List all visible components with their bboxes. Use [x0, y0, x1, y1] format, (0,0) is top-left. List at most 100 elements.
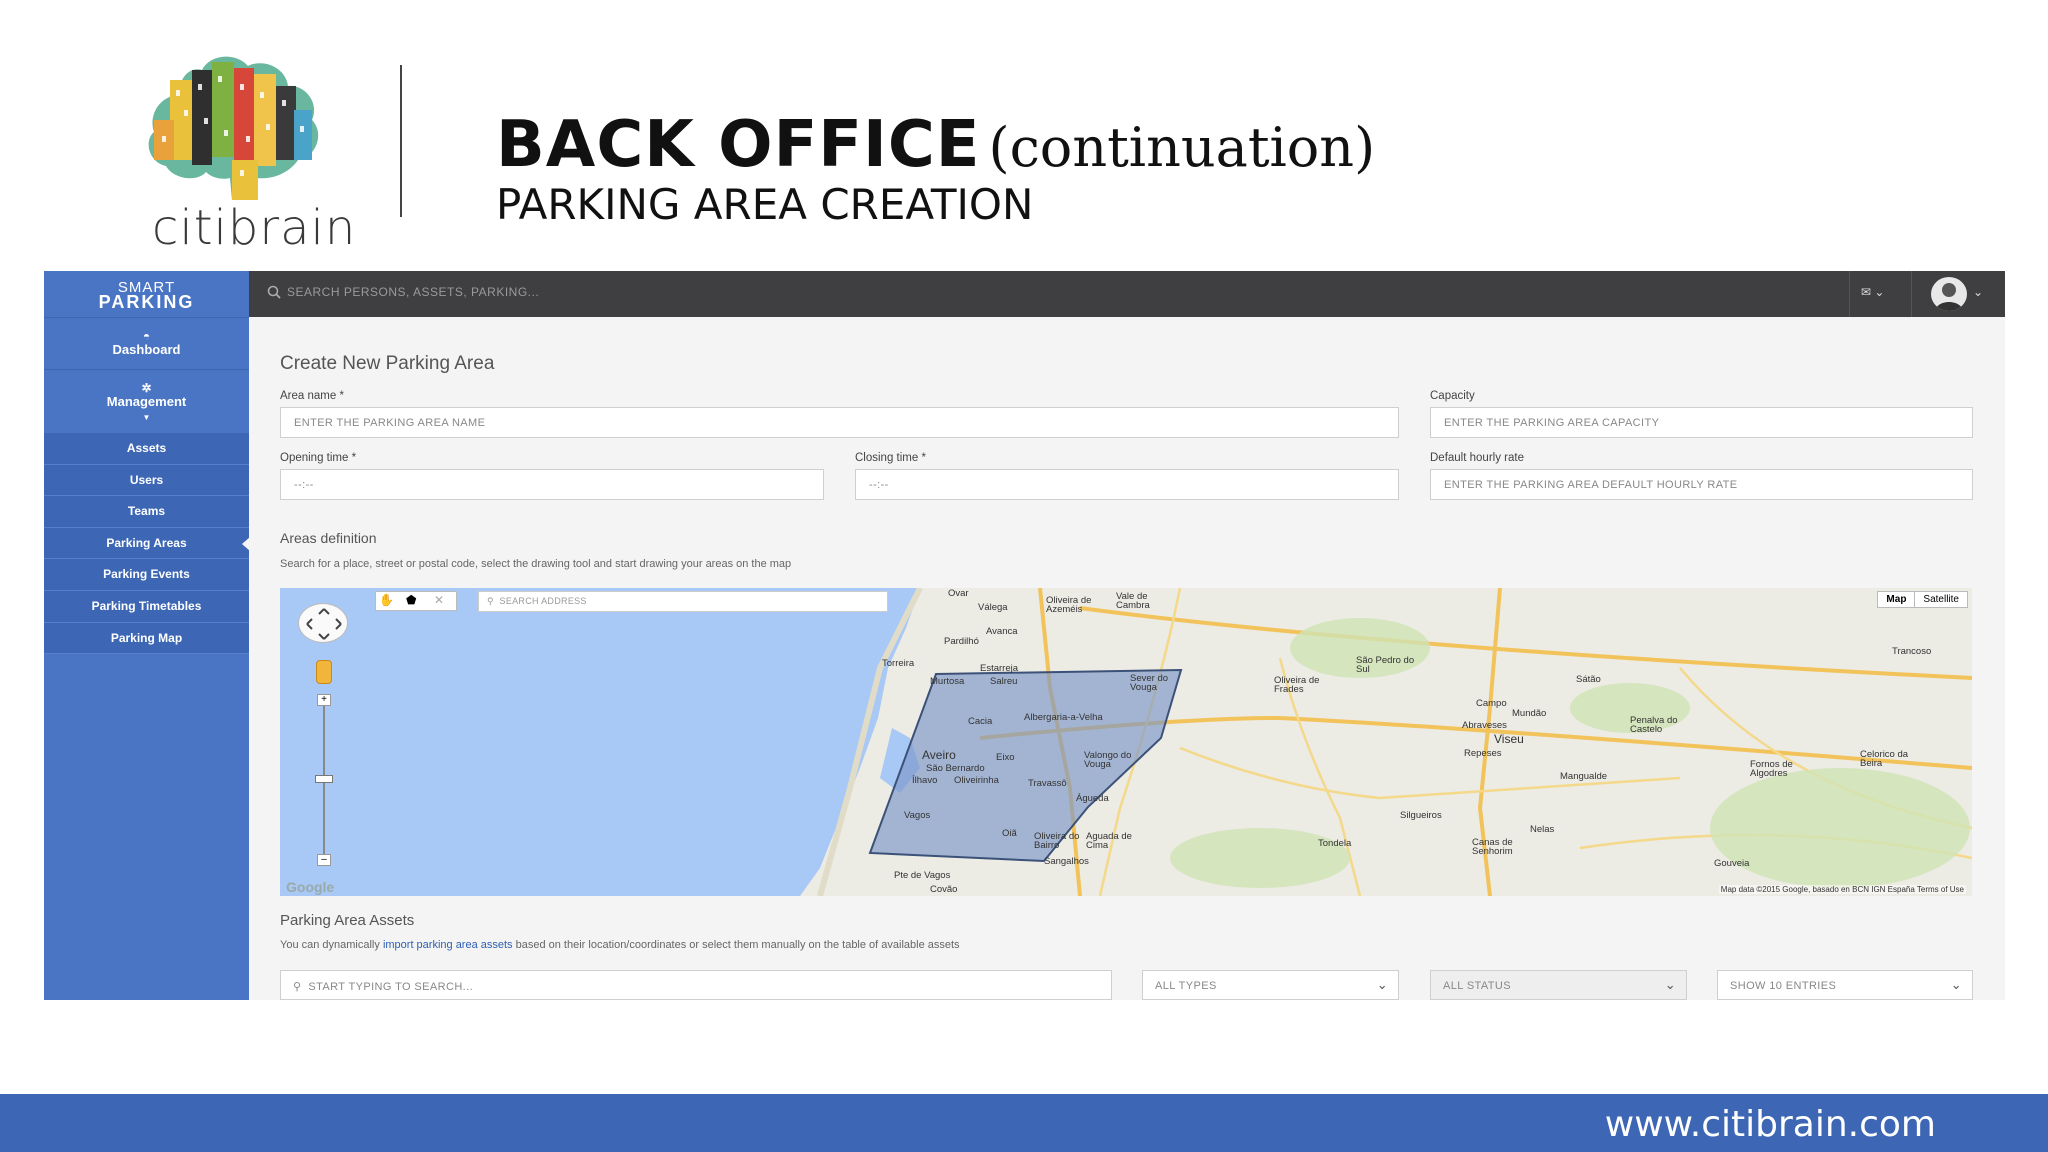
- map-place-label: Canas de Senhorim: [1472, 837, 1513, 857]
- hand-icon[interactable]: ✋: [379, 593, 394, 607]
- header-divider: [400, 65, 402, 217]
- map-place-label: Silgueiros: [1400, 810, 1442, 821]
- brand-logo[interactable]: SMART PARKING: [44, 271, 249, 317]
- type-filter-select[interactable]: ALL TYPES ⌄: [1142, 970, 1399, 1000]
- map-type-map[interactable]: Map: [1878, 592, 1914, 607]
- map-place-label: Viseu: [1494, 732, 1524, 746]
- map-canvas[interactable]: + – ✋ ⬟ ✕ ⚲ SEARCH ADDRESS MapSatellite: [280, 588, 1972, 896]
- map-search-placeholder: SEARCH ADDRESS: [499, 596, 587, 606]
- topbar-divider: [1911, 271, 1912, 317]
- map-address-search[interactable]: ⚲ SEARCH ADDRESS: [478, 591, 888, 612]
- sidebar-item-teams[interactable]: Teams: [44, 496, 249, 528]
- map-zoom-slider[interactable]: + –: [315, 658, 333, 868]
- map-attribution[interactable]: Map data ©2015 Google, basado en BCN IGN…: [1718, 885, 1966, 894]
- sidebar-item-parking-map[interactable]: Parking Map: [44, 623, 249, 655]
- map-place-label: Abraveses: [1462, 720, 1507, 731]
- management-submenu: Assets Users Teams Parking Areas Parking…: [44, 433, 250, 655]
- citibrain-logo: citibrain: [140, 40, 355, 260]
- zoom-handle[interactable]: [315, 775, 333, 783]
- status-filter-select[interactable]: ALL STATUS ⌄: [1430, 970, 1687, 1000]
- map-place-label: Vale de Cambra: [1116, 591, 1150, 611]
- map-place-label: Cacia: [968, 716, 993, 727]
- logo-wordmark: citibrain: [152, 200, 357, 256]
- map-pan-control[interactable]: [298, 603, 348, 643]
- map-place-label: Mundão: [1512, 708, 1547, 719]
- map-place-label: Gouveia: [1714, 858, 1750, 869]
- sidebar-item-users[interactable]: Users: [44, 465, 249, 497]
- map-place-label: Oliveirinha: [954, 775, 999, 786]
- map-place-label: Murtosa: [930, 676, 965, 687]
- map-place-label: Válega: [978, 602, 1008, 613]
- sidebar-item-parking-timetables[interactable]: Parking Timetables: [44, 591, 249, 623]
- status-filter-value: ALL STATUS: [1443, 980, 1511, 992]
- management-label: Management: [106, 394, 187, 409]
- search-icon: ⚲: [487, 596, 494, 606]
- map-place-label: São Pedro do Sul: [1356, 655, 1415, 675]
- map-place-label: Ílhavo: [912, 775, 938, 786]
- global-search[interactable]: SEARCH PERSONS, ASSETS, PARKING...: [267, 285, 539, 299]
- map-place-label: Albergaria-a-Velha: [1024, 712, 1103, 723]
- slide-subtitle: PARKING AREA CREATION: [496, 180, 1034, 229]
- footer-url[interactable]: www.citibrain.com: [1605, 1104, 1936, 1145]
- closing-time-input[interactable]: --:--: [855, 469, 1399, 500]
- map-type-satellite[interactable]: Satellite: [1914, 592, 1967, 607]
- entries-select[interactable]: SHOW 10 ENTRIES ⌄: [1717, 970, 1973, 1000]
- opening-time-label: Opening time *: [280, 452, 357, 464]
- sidebar-item-dashboard[interactable]: ◓ Dashboard: [44, 317, 249, 369]
- map-type-toggle: Map Satellite: [1877, 591, 1968, 608]
- map-place-label: Vagos: [904, 810, 931, 821]
- slide-title: BACK OFFICE (continuation): [496, 108, 1375, 182]
- topbar: SEARCH PERSONS, ASSETS, PARKING... ✉ ⌄ ⌄: [249, 271, 2005, 317]
- dashboard-label: Dashboard: [112, 342, 181, 357]
- page-title: Create New Parking Area: [280, 353, 495, 374]
- map-place-label: Ovar: [948, 588, 969, 599]
- map-place-label: Oiã: [1002, 828, 1017, 839]
- polygon-tool-icon[interactable]: ⬟: [406, 593, 416, 607]
- map-place-label: Oliveira do Bairro: [1034, 831, 1080, 851]
- map-place-label: Campo: [1476, 698, 1507, 709]
- google-logo: Google: [286, 879, 335, 895]
- gear-icon: ✲: [141, 381, 152, 395]
- map-place-label: Tondela: [1318, 838, 1352, 849]
- areas-description: Search for a place, street or postal cod…: [280, 558, 792, 570]
- map-place-label: São Bernardo: [926, 763, 985, 774]
- delete-shape-icon[interactable]: ✕: [434, 593, 444, 607]
- zoom-out-button[interactable]: –: [317, 854, 331, 866]
- chevron-down-icon: ⌄: [1664, 977, 1676, 992]
- area-name-input[interactable]: ENTER THE PARKING AREA NAME: [280, 407, 1399, 438]
- type-filter-value: ALL TYPES: [1155, 980, 1217, 992]
- sidebar-item-parking-areas[interactable]: Parking Areas: [44, 528, 250, 560]
- main-content: Create New Parking Area Area name * ENTE…: [249, 317, 2005, 1000]
- mail-icon: ✉: [1861, 285, 1872, 299]
- assets-search-input[interactable]: ⚲ START TYPING TO SEARCH...: [280, 970, 1112, 1000]
- hourly-rate-label: Default hourly rate: [1430, 452, 1524, 464]
- sidebar-item-management[interactable]: ✲ Management ▼: [44, 369, 249, 433]
- zoom-in-button[interactable]: +: [317, 694, 331, 706]
- search-icon: ⚲: [293, 981, 302, 993]
- map-place-label: Travassô: [1028, 778, 1067, 789]
- opening-time-input[interactable]: --:--: [280, 469, 824, 500]
- area-name-label: Area name *: [280, 390, 344, 402]
- dashboard-icon: ◓: [142, 329, 151, 343]
- sidebar-item-parking-events[interactable]: Parking Events: [44, 559, 249, 591]
- capacity-label: Capacity: [1430, 390, 1475, 402]
- title-paren: (continuation): [988, 116, 1376, 179]
- map-place-label: Valongo do Vouga: [1084, 750, 1132, 770]
- map-place-label: Repeses: [1464, 748, 1502, 759]
- capacity-input[interactable]: ENTER THE PARKING AREA CAPACITY: [1430, 407, 1973, 438]
- map-place-label: Oliveira de Frades: [1274, 675, 1320, 695]
- assets-search-placeholder: START TYPING TO SEARCH...: [308, 981, 474, 993]
- avatar[interactable]: [1931, 277, 1967, 311]
- map-place-label: Eixo: [996, 752, 1015, 763]
- brain-logo-icon: [148, 56, 319, 200]
- chevron-down-icon[interactable]: ⌄: [1973, 285, 1983, 299]
- sidebar-item-assets[interactable]: Assets: [44, 433, 249, 465]
- import-assets-link[interactable]: import parking area assets: [383, 939, 513, 951]
- assets-description: You can dynamically import parking area …: [280, 939, 960, 951]
- map-place-label: Covão: [930, 884, 958, 895]
- user-avatar-icon: [1935, 283, 1963, 311]
- messages-button[interactable]: ✉ ⌄: [1861, 285, 1884, 299]
- hourly-rate-input[interactable]: ENTER THE PARKING AREA DEFAULT HOURLY RA…: [1430, 469, 1973, 500]
- map-place-label: Mangualde: [1560, 771, 1608, 782]
- map-place-label: Celorico da Beira: [1860, 749, 1909, 769]
